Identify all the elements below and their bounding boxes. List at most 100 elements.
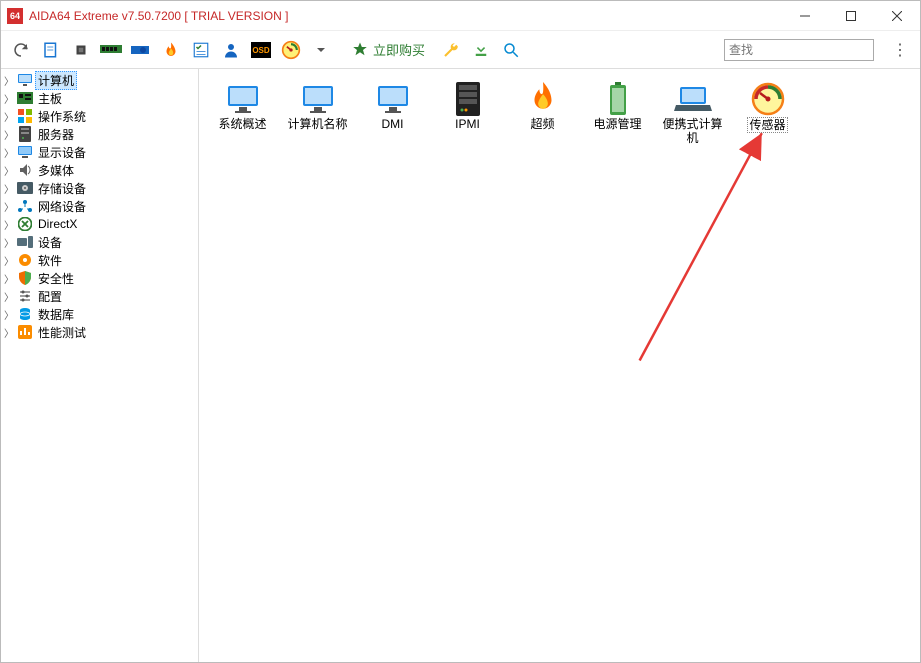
chevron-right-icon: 〉: [3, 307, 15, 322]
sidebar-tree: 〉 计算机 〉 主板 〉 操作系统 〉 服务器 〉 显示设备 〉 多媒体 〉 存…: [1, 69, 199, 662]
sidebar-item-0[interactable]: 〉 计算机: [1, 71, 198, 89]
sidebar-item-4[interactable]: 〉 显示设备: [1, 143, 198, 161]
sidebar-item-10[interactable]: 〉 软件: [1, 251, 198, 269]
drive-icon: [17, 180, 33, 196]
board-icon: [17, 90, 33, 106]
laptop-icon: [674, 83, 712, 115]
grid-item-4[interactable]: 超频: [505, 79, 580, 149]
checklist-icon[interactable]: [187, 36, 215, 64]
refresh-icon[interactable]: [7, 36, 35, 64]
wrench-icon[interactable]: [437, 36, 465, 64]
chevron-right-icon: 〉: [3, 217, 15, 232]
grid-item-3[interactable]: IPMI: [430, 79, 505, 149]
buy-now-button[interactable]: 立即购买: [345, 36, 431, 64]
monitor-icon: [299, 83, 337, 115]
config-icon: [17, 288, 33, 304]
sidebar-item-label: 存储设备: [38, 182, 86, 196]
grid-item-label: 电源管理: [593, 117, 641, 131]
display-icon: [17, 144, 33, 160]
window-title: AIDA64 Extreme v7.50.7200 [ TRIAL VERSIO…: [29, 9, 288, 23]
benchmark-icon: [17, 324, 33, 340]
grid-item-label: IPMI: [455, 117, 480, 131]
search-input[interactable]: [724, 39, 874, 61]
osd-icon[interactable]: OSD: [247, 36, 275, 64]
main-panel: 系统概述 计算机名称 DMI IPMI 超频 电源管理 便携式计算机 传感器: [199, 69, 920, 662]
flame-icon: [524, 83, 562, 115]
gauge-icon[interactable]: [277, 36, 305, 64]
grid-item-label: DMI: [382, 117, 404, 131]
sidebar-item-8[interactable]: 〉 DirectX: [1, 215, 198, 233]
flame-icon[interactable]: [157, 36, 185, 64]
shield-icon: [17, 270, 33, 286]
chevron-right-icon: 〉: [3, 127, 15, 142]
dropdown-icon[interactable]: [307, 36, 335, 64]
buy-now-label: 立即购买: [373, 40, 425, 59]
chevron-right-icon: 〉: [3, 91, 15, 106]
database-icon: [17, 306, 33, 322]
grid-item-6[interactable]: 便携式计算机: [655, 79, 730, 149]
sidebar-item-label: 显示设备: [38, 146, 86, 160]
sidebar-item-label: 安全性: [38, 272, 74, 286]
sidebar-item-label: 性能测试: [38, 326, 86, 340]
sidebar-item-label: 操作系统: [38, 110, 86, 124]
svg-text:OSD: OSD: [252, 46, 270, 55]
chevron-right-icon: 〉: [3, 145, 15, 160]
sidebar-item-label: 服务器: [38, 128, 74, 142]
windows-icon: [17, 108, 33, 124]
download-icon[interactable]: [467, 36, 495, 64]
monitor-icon: [17, 72, 33, 88]
grid-item-5[interactable]: 电源管理: [580, 79, 655, 149]
grid-item-label: 系统概述: [218, 117, 266, 131]
sidebar-item-1[interactable]: 〉 主板: [1, 89, 198, 107]
gpu-icon[interactable]: [127, 36, 155, 64]
chevron-right-icon: 〉: [3, 109, 15, 124]
sidebar-item-5[interactable]: 〉 多媒体: [1, 161, 198, 179]
search-tool-icon[interactable]: [497, 36, 525, 64]
grid-item-2[interactable]: DMI: [355, 79, 430, 149]
sidebar-item-6[interactable]: 〉 存储设备: [1, 179, 198, 197]
monitor-icon: [224, 83, 262, 115]
monitor-icon: [374, 83, 412, 115]
more-menu-icon[interactable]: ⋮: [886, 36, 914, 64]
sidebar-item-label: 配置: [38, 290, 62, 304]
sidebar-item-2[interactable]: 〉 操作系统: [1, 107, 198, 125]
grid-item-7[interactable]: 传感器: [730, 79, 805, 149]
user-icon[interactable]: [217, 36, 245, 64]
cpu-icon[interactable]: [67, 36, 95, 64]
devices-icon: [17, 234, 33, 250]
sidebar-item-label: 设备: [38, 236, 62, 250]
annotation-arrow: [199, 69, 920, 662]
network-icon: [17, 198, 33, 214]
memory-icon[interactable]: [97, 36, 125, 64]
chevron-right-icon: 〉: [3, 199, 15, 214]
sidebar-item-12[interactable]: 〉 配置: [1, 287, 198, 305]
minimize-button[interactable]: [782, 1, 828, 31]
sidebar-item-3[interactable]: 〉 服务器: [1, 125, 198, 143]
grid-item-1[interactable]: 计算机名称: [280, 79, 355, 149]
sidebar-item-label: 数据库: [38, 308, 74, 322]
close-button[interactable]: [874, 1, 920, 31]
server-icon: [17, 126, 33, 142]
chevron-right-icon: 〉: [3, 73, 15, 88]
app-icon: 64: [7, 8, 23, 24]
grid-item-0[interactable]: 系统概述: [205, 79, 280, 149]
chevron-right-icon: 〉: [3, 235, 15, 250]
sidebar-item-13[interactable]: 〉 数据库: [1, 305, 198, 323]
sidebar-item-label: 计算机: [38, 74, 74, 88]
sidebar-item-7[interactable]: 〉 网络设备: [1, 197, 198, 215]
server-icon: [449, 83, 487, 115]
title-bar: 64 AIDA64 Extreme v7.50.7200 [ TRIAL VER…: [1, 1, 920, 31]
toolbar: OSD 立即购买 ⋮: [1, 31, 920, 69]
sidebar-item-14[interactable]: 〉 性能测试: [1, 323, 198, 341]
chevron-right-icon: 〉: [3, 325, 15, 340]
gauge-icon: [749, 83, 787, 115]
report-icon[interactable]: [37, 36, 65, 64]
speaker-icon: [17, 162, 33, 178]
sidebar-item-9[interactable]: 〉 设备: [1, 233, 198, 251]
maximize-button[interactable]: [828, 1, 874, 31]
grid-item-label: 便携式计算机: [657, 117, 728, 145]
chevron-right-icon: 〉: [3, 181, 15, 196]
window-controls: [782, 1, 920, 31]
sidebar-item-11[interactable]: 〉 安全性: [1, 269, 198, 287]
sidebar-item-label: 网络设备: [38, 200, 86, 214]
